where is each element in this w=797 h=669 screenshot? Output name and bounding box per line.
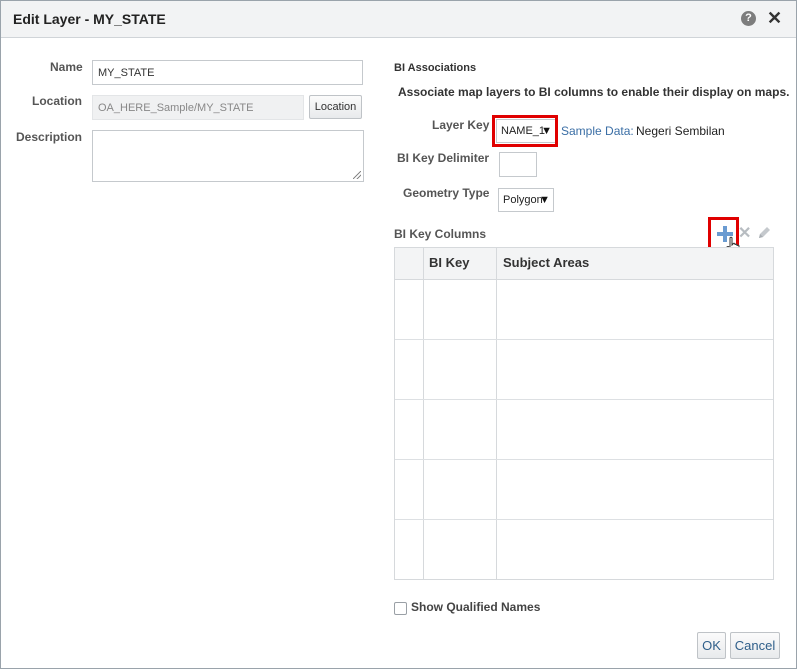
bi-key-delimiter-label: BI Key Delimiter <box>397 151 490 165</box>
sample-data-label: Sample Data: <box>561 124 634 138</box>
sample-data-value: Negeri Sembilan <box>636 124 725 138</box>
table-cell-subject-areas[interactable] <box>497 520 773 579</box>
table-cell-subject-areas[interactable] <box>497 280 773 339</box>
close-icon[interactable]: ✕ <box>767 8 782 28</box>
layer-key-highlight-box <box>492 115 558 147</box>
geometry-type-select[interactable]: Polygon ▼ <box>498 188 554 212</box>
table-cell-bi-key[interactable] <box>424 400 496 459</box>
table-header: BI Key Subject Areas <box>395 248 773 280</box>
geometry-type-value: Polygon <box>503 194 543 206</box>
cancel-button[interactable]: Cancel <box>730 632 780 659</box>
edit-layer-dialog: Edit Layer - MY_STATE ? ✕ Name MY_STATE … <box>0 0 797 669</box>
bi-key-columns-title: BI Key Columns <box>394 227 487 241</box>
bi-associations-description: Associate map layers to BI columns to en… <box>398 85 790 99</box>
description-label: Description <box>16 130 83 144</box>
bi-key-columns-table: BI Key Subject Areas <box>394 247 774 580</box>
table-cell-subject-areas[interactable] <box>497 400 773 459</box>
title-bar: Edit Layer - MY_STATE ? ✕ <box>1 1 796 38</box>
column-header-subject-areas[interactable]: Subject Areas <box>503 255 589 270</box>
dialog-title: Edit Layer - MY_STATE <box>13 11 166 27</box>
table-cell-subject-areas[interactable] <box>497 460 773 519</box>
show-qualified-names-label: Show Qualified Names <box>411 600 541 614</box>
location-field: OA_HERE_Sample/MY_STATE <box>92 95 304 120</box>
location-button[interactable]: Location <box>309 95 362 119</box>
table-cell-bi-key[interactable] <box>424 460 496 519</box>
table-cell-bi-key[interactable] <box>424 280 496 339</box>
dropdown-arrow-icon: ▼ <box>539 194 550 206</box>
geometry-type-label: Geometry Type <box>403 186 490 200</box>
name-label: Name <box>50 60 83 74</box>
table-cell-subject-areas[interactable] <box>497 340 773 399</box>
name-input[interactable]: MY_STATE <box>92 60 363 85</box>
column-header-bi-key[interactable]: BI Key <box>429 255 469 270</box>
help-icon[interactable]: ? <box>741 11 756 26</box>
layer-key-label: Layer Key <box>432 118 490 132</box>
show-qualified-names-checkbox[interactable] <box>394 602 407 615</box>
table-cell-bi-key[interactable] <box>424 340 496 399</box>
resize-handle-icon[interactable] <box>353 171 361 179</box>
ok-button[interactable]: OK <box>697 632 726 659</box>
bi-key-delimiter-input[interactable] <box>499 152 537 177</box>
table-cell-bi-key[interactable] <box>424 520 496 579</box>
location-label: Location <box>32 94 82 108</box>
description-textarea[interactable] <box>92 130 364 182</box>
bi-associations-title: BI Associations <box>394 62 477 74</box>
edit-pencil-icon[interactable] <box>756 225 772 241</box>
